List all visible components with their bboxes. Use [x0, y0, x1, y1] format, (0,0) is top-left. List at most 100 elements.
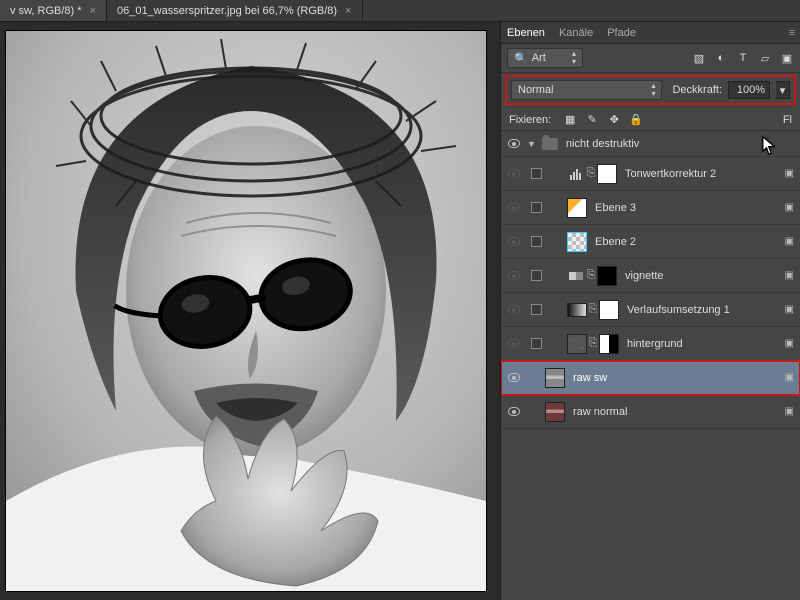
fx-icon[interactable]: ▣	[774, 236, 794, 247]
panel-tabs: Ebenen Kanäle Pfade	[501, 22, 800, 44]
link-icon: ⎘	[587, 303, 599, 316]
blend-mode-select[interactable]: Normal ▴▾	[511, 80, 662, 100]
visibility-toggle[interactable]	[501, 139, 527, 148]
layer-thumbnail[interactable]	[545, 368, 565, 388]
updown-icon: ▴▾	[651, 82, 655, 98]
lock-position-icon[interactable]: ✥	[607, 113, 621, 126]
tab-channels[interactable]: Kanäle	[559, 27, 593, 39]
lock-all-icon[interactable]: 🔒	[629, 113, 643, 126]
layer-row[interactable]: Ebene 2 ▣	[501, 225, 800, 259]
layer-name[interactable]: Verlaufsumsetzung 1	[627, 304, 774, 316]
fx-icon[interactable]: ▣	[774, 202, 794, 213]
layer-checkbox[interactable]	[531, 202, 542, 213]
layer-row[interactable]: ⎘ hintergrund ▣	[501, 327, 800, 361]
mask-thumbnail[interactable]	[597, 164, 617, 184]
filter-pixel-icon[interactable]: ▧	[692, 51, 706, 65]
group-name[interactable]: nicht destruktiv	[566, 138, 794, 150]
fx-icon[interactable]: ▣	[774, 338, 794, 349]
opacity-dropdown-icon[interactable]: ▾	[776, 81, 790, 99]
fill-label: Fl	[783, 114, 792, 126]
search-icon: 🔍	[514, 52, 528, 65]
filter-shape-icon[interactable]: ▱	[758, 51, 772, 65]
link-icon: ⎘	[585, 167, 597, 180]
mask-thumbnail[interactable]	[599, 334, 619, 354]
tab-paths[interactable]: Pfade	[607, 27, 636, 39]
mask-thumbnail[interactable]	[599, 300, 619, 320]
chevron-down-icon[interactable]: ▼	[527, 139, 536, 149]
opacity-value: 100%	[737, 84, 765, 96]
fx-icon[interactable]: ▣	[774, 168, 794, 179]
layer-checkbox[interactable]	[531, 304, 542, 315]
layer-row-selected[interactable]: raw sw ▣	[501, 361, 800, 395]
eye-icon	[508, 139, 520, 148]
visibility-toggle[interactable]	[501, 271, 527, 280]
opacity-label: Deckkraft:	[672, 84, 722, 96]
opacity-input[interactable]: 100%	[728, 81, 770, 99]
filter-type-select[interactable]: 🔍 Art ▴▾	[507, 48, 583, 68]
eye-icon	[508, 203, 520, 212]
visibility-toggle[interactable]	[501, 169, 527, 178]
layer-thumbnail[interactable]	[567, 334, 587, 354]
layer-thumbnail[interactable]	[567, 232, 587, 252]
visibility-toggle[interactable]	[501, 305, 527, 314]
layer-checkbox[interactable]	[531, 270, 542, 281]
canvas-image	[6, 31, 486, 591]
visibility-toggle[interactable]	[501, 407, 527, 416]
layer-filter-row: 🔍 Art ▴▾ ▧ ◐ T ▱ ▣	[501, 44, 800, 73]
layer-name[interactable]: raw sw	[573, 372, 774, 384]
eye-icon	[508, 169, 520, 178]
filter-smart-icon[interactable]: ▣	[780, 51, 794, 65]
visibility-toggle[interactable]	[501, 339, 527, 348]
lock-transparency-icon[interactable]: ▦	[563, 113, 577, 126]
layers-panel: ≡ Ebenen Kanäle Pfade 🔍 Art ▴▾ ▧ ◐ T ▱	[500, 22, 800, 600]
layer-row[interactable]: ⎘ vignette ▣	[501, 259, 800, 293]
fx-icon[interactable]: ▣	[774, 270, 794, 281]
canvas-area[interactable]	[0, 22, 492, 600]
layer-row[interactable]: ⎘ Tonwertkorrektur 2 ▣	[501, 157, 800, 191]
layer-name[interactable]: Ebene 2	[595, 236, 774, 248]
layer-name[interactable]: Ebene 3	[595, 202, 774, 214]
workspace: ≡ Ebenen Kanäle Pfade 🔍 Art ▴▾ ▧ ◐ T ▱	[0, 22, 800, 600]
layer-name[interactable]: raw normal	[573, 406, 774, 418]
tab-layers[interactable]: Ebenen	[507, 27, 545, 39]
filter-icons: ▧ ◐ T ▱ ▣	[692, 51, 794, 65]
layer-thumbnail[interactable]	[545, 402, 565, 422]
eye-icon	[508, 339, 520, 348]
lock-paint-icon[interactable]: ✎	[585, 113, 599, 126]
layer-thumbnail[interactable]	[567, 198, 587, 218]
layer-name[interactable]: Tonwertkorrektur 2	[625, 168, 774, 180]
filter-type-label: Art	[532, 52, 546, 64]
layer-checkbox[interactable]	[531, 236, 542, 247]
document-tab-label: v sw, RGB/8) *	[10, 5, 82, 17]
layer-group-row[interactable]: ▼ nicht destruktiv	[501, 131, 800, 157]
fx-icon[interactable]: ▣	[774, 304, 794, 315]
lock-row: Fixieren: ▦ ✎ ✥ 🔒 Fl	[501, 109, 800, 131]
fx-icon[interactable]: ▣	[774, 406, 794, 417]
layer-row[interactable]: Ebene 3 ▣	[501, 191, 800, 225]
fx-icon[interactable]: ▣	[774, 372, 794, 383]
lock-label: Fixieren:	[509, 114, 551, 126]
filter-adjust-icon[interactable]: ◐	[714, 51, 728, 65]
document-tab-label: 06_01_wasserspritzer.jpg bei 66,7% (RGB/…	[117, 5, 337, 17]
layer-list: ▼ nicht destruktiv ⎘ Tonwertkorrektur 2 …	[501, 131, 800, 600]
visibility-toggle[interactable]	[501, 203, 527, 212]
close-icon[interactable]: ×	[90, 5, 96, 17]
visibility-toggle[interactable]	[501, 373, 527, 382]
document-tab[interactable]: 06_01_wasserspritzer.jpg bei 66,7% (RGB/…	[107, 0, 363, 21]
updown-icon: ▴▾	[572, 50, 576, 66]
mask-thumbnail[interactable]	[597, 266, 617, 286]
filter-type-icon[interactable]: T	[736, 51, 750, 65]
layer-row[interactable]: ⎘ Verlaufsumsetzung 1 ▣	[501, 293, 800, 327]
layer-name[interactable]: hintergrund	[627, 338, 774, 350]
eye-icon	[508, 271, 520, 280]
document-tab-active[interactable]: v sw, RGB/8) * ×	[0, 0, 107, 21]
layer-checkbox[interactable]	[531, 338, 542, 349]
panel-menu-icon[interactable]: ≡	[786, 22, 798, 44]
visibility-toggle[interactable]	[501, 237, 527, 246]
panel-gutter[interactable]	[492, 22, 500, 600]
layer-checkbox[interactable]	[531, 168, 542, 179]
layer-name[interactable]: vignette	[625, 270, 774, 282]
blend-opacity-row: Normal ▴▾ Deckkraft: 100% ▾	[505, 75, 796, 105]
close-icon[interactable]: ×	[345, 5, 351, 17]
layer-row[interactable]: raw normal ▣	[501, 395, 800, 429]
